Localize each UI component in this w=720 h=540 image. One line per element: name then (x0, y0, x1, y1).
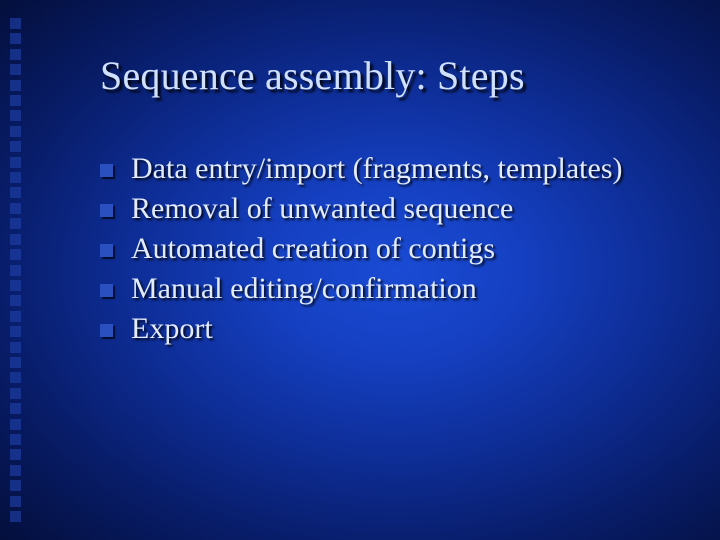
deco-square (10, 49, 21, 60)
deco-square (10, 249, 21, 260)
list-item: Data entry/import (fragments, templates) (100, 150, 680, 188)
deco-square (10, 203, 21, 214)
deco-square (10, 372, 21, 383)
list-item: Manual editing/confirmation (100, 270, 680, 308)
deco-square (10, 64, 21, 75)
square-bullet-icon (100, 324, 113, 337)
deco-square (10, 126, 21, 137)
list-item-label: Removal of unwanted sequence (131, 190, 513, 228)
square-bullet-icon (100, 284, 113, 297)
deco-square (10, 388, 21, 399)
deco-square (10, 465, 21, 476)
list-item: Removal of unwanted sequence (100, 190, 680, 228)
deco-square (10, 342, 21, 353)
deco-square (10, 511, 21, 522)
deco-square (10, 172, 21, 183)
slide-title: Sequence assembly: Steps (100, 55, 525, 97)
decorative-left-squares (10, 18, 24, 522)
deco-square (10, 449, 21, 460)
deco-square (10, 496, 21, 507)
deco-square (10, 265, 21, 276)
square-bullet-icon (100, 244, 113, 257)
deco-square (10, 280, 21, 291)
deco-square (10, 419, 21, 430)
deco-square (10, 480, 21, 491)
deco-square (10, 157, 21, 168)
deco-square (10, 95, 21, 106)
list-item-label: Manual editing/confirmation (131, 270, 477, 308)
list-item-label: Automated creation of contigs (131, 230, 495, 268)
deco-square (10, 326, 21, 337)
deco-square (10, 33, 21, 44)
deco-square (10, 18, 21, 29)
deco-square (10, 141, 21, 152)
deco-square (10, 357, 21, 368)
slide-body: Data entry/import (fragments, templates)… (100, 150, 680, 350)
deco-square (10, 295, 21, 306)
deco-square (10, 187, 21, 198)
list-item: Export (100, 310, 680, 348)
deco-square (10, 311, 21, 322)
deco-square (10, 80, 21, 91)
list-item-label: Data entry/import (fragments, templates) (131, 150, 623, 188)
square-bullet-icon (100, 204, 113, 217)
list-item: Automated creation of contigs (100, 230, 680, 268)
deco-square (10, 434, 21, 445)
deco-square (10, 234, 21, 245)
deco-square (10, 218, 21, 229)
deco-square (10, 110, 21, 121)
slide: Sequence assembly: Steps Data entry/impo… (0, 0, 720, 540)
list-item-label: Export (131, 310, 213, 348)
deco-square (10, 403, 21, 414)
square-bullet-icon (100, 164, 113, 177)
